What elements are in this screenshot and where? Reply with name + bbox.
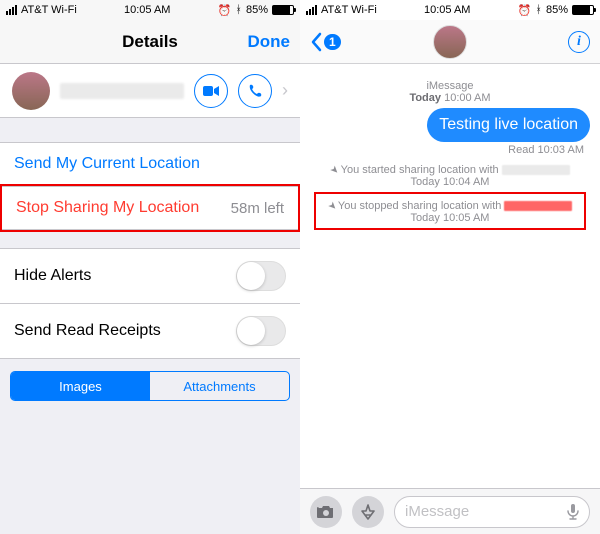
message-placeholder: iMessage: [405, 503, 469, 520]
read-receipt: Read 10:03 AM: [310, 144, 590, 156]
info-button[interactable]: i: [568, 31, 590, 53]
stop-sharing-highlight: Stop Sharing My Location 58m left: [0, 184, 300, 232]
outgoing-message-row: Testing live location: [310, 108, 590, 142]
done-button[interactable]: Done: [248, 32, 291, 52]
contact-name-redacted: [60, 83, 184, 99]
location-stopped-text: You stopped sharing location with: [338, 200, 502, 212]
alarm-icon: ⏰: [218, 4, 232, 17]
location-started-event: ➤You started sharing location with Today…: [316, 164, 584, 188]
contact-avatar: [12, 72, 50, 110]
send-current-location-label: Send My Current Location: [14, 155, 200, 173]
battery-pct: 85%: [246, 4, 268, 16]
chat-scroll[interactable]: iMessage Today 10:00 AM Testing live loc…: [300, 64, 600, 230]
status-bar: AT&T Wi-Fi 10:05 AM ⏰ ᚼ 85%: [0, 0, 300, 20]
battery-icon: [272, 5, 294, 15]
details-pane: AT&T Wi-Fi 10:05 AM ⏰ ᚼ 85% Details Done…: [0, 0, 300, 534]
segment-attachments[interactable]: Attachments: [150, 372, 289, 400]
location-arrow-icon: ➤: [328, 164, 342, 178]
segment-images[interactable]: Images: [11, 372, 150, 400]
chat-nav: 1 i: [300, 20, 600, 64]
send-current-location-button[interactable]: Send My Current Location: [0, 142, 300, 186]
hide-alerts-toggle[interactable]: [236, 261, 286, 291]
message-input[interactable]: iMessage: [394, 496, 590, 528]
outgoing-message-bubble[interactable]: Testing live location: [427, 108, 590, 142]
chevron-right-icon: ›: [282, 80, 288, 101]
read-label: Read: [508, 144, 534, 156]
mic-icon[interactable]: [567, 503, 579, 521]
back-badge: 1: [324, 34, 341, 50]
read-receipts-toggle[interactable]: [236, 316, 286, 346]
stop-sharing-location-button[interactable]: Stop Sharing My Location 58m left: [2, 186, 298, 230]
contact-row[interactable]: ›: [0, 64, 300, 118]
location-started-text: You started sharing location with: [341, 164, 499, 176]
hide-alerts-label: Hide Alerts: [14, 267, 91, 285]
event-day: Today: [411, 176, 440, 188]
location-stopped-highlight: ➤You stopped sharing location with Today…: [314, 192, 586, 230]
camera-icon: [317, 505, 335, 519]
facetime-video-button[interactable]: [194, 74, 228, 108]
thread-time: 10:00 AM: [444, 92, 490, 104]
location-stopped-time: 10:05 AM: [443, 212, 489, 224]
contact-name-redacted: [504, 201, 572, 211]
conversation-pane: AT&T Wi-Fi 10:05 AM ⏰ ᚼ 85% 1 i iMessage…: [300, 0, 600, 534]
bluetooth-icon: ᚼ: [235, 4, 242, 16]
bluetooth-icon: ᚼ: [535, 4, 542, 16]
read-time: 10:03 AM: [538, 144, 584, 156]
app-store-button[interactable]: [352, 496, 384, 528]
battery-pct: 85%: [546, 4, 568, 16]
location-started-time: 10:04 AM: [443, 176, 489, 188]
outgoing-message-text: Testing live location: [439, 116, 578, 133]
contact-avatar[interactable]: [433, 25, 467, 59]
thread-day: Today: [409, 92, 441, 104]
segmented-control: Images Attachments: [10, 371, 290, 401]
chevron-left-icon: [310, 32, 322, 52]
status-time: 10:05 AM: [424, 4, 470, 16]
signal-bars-icon: [306, 5, 317, 15]
thread-header: iMessage Today 10:00 AM: [310, 80, 590, 104]
contact-name-redacted: [502, 165, 570, 175]
read-receipts-label: Send Read Receipts: [14, 322, 161, 340]
status-time: 10:05 AM: [124, 4, 170, 16]
signal-bars-icon: [6, 5, 17, 15]
call-button[interactable]: [238, 74, 272, 108]
status-bar: AT&T Wi-Fi 10:05 AM ⏰ ᚼ 85%: [300, 0, 600, 20]
read-receipts-row: Send Read Receipts: [0, 304, 300, 359]
hide-alerts-row: Hide Alerts: [0, 248, 300, 304]
carrier-label: AT&T Wi-Fi: [321, 4, 377, 16]
carrier-label: AT&T Wi-Fi: [21, 4, 77, 16]
alarm-icon: ⏰: [518, 4, 532, 17]
back-button[interactable]: 1: [310, 32, 341, 52]
app-store-icon: [360, 504, 376, 520]
stop-sharing-label: Stop Sharing My Location: [16, 199, 199, 217]
thread-service-label: iMessage: [310, 80, 590, 92]
stop-sharing-timeleft: 58m left: [231, 200, 284, 217]
battery-icon: [572, 5, 594, 15]
location-stopped-event: ➤You stopped sharing location with Today…: [322, 200, 578, 224]
event-day: Today: [411, 212, 440, 224]
details-nav: Details Done: [0, 20, 300, 64]
message-input-bar: iMessage: [300, 488, 600, 534]
camera-button[interactable]: [310, 496, 342, 528]
